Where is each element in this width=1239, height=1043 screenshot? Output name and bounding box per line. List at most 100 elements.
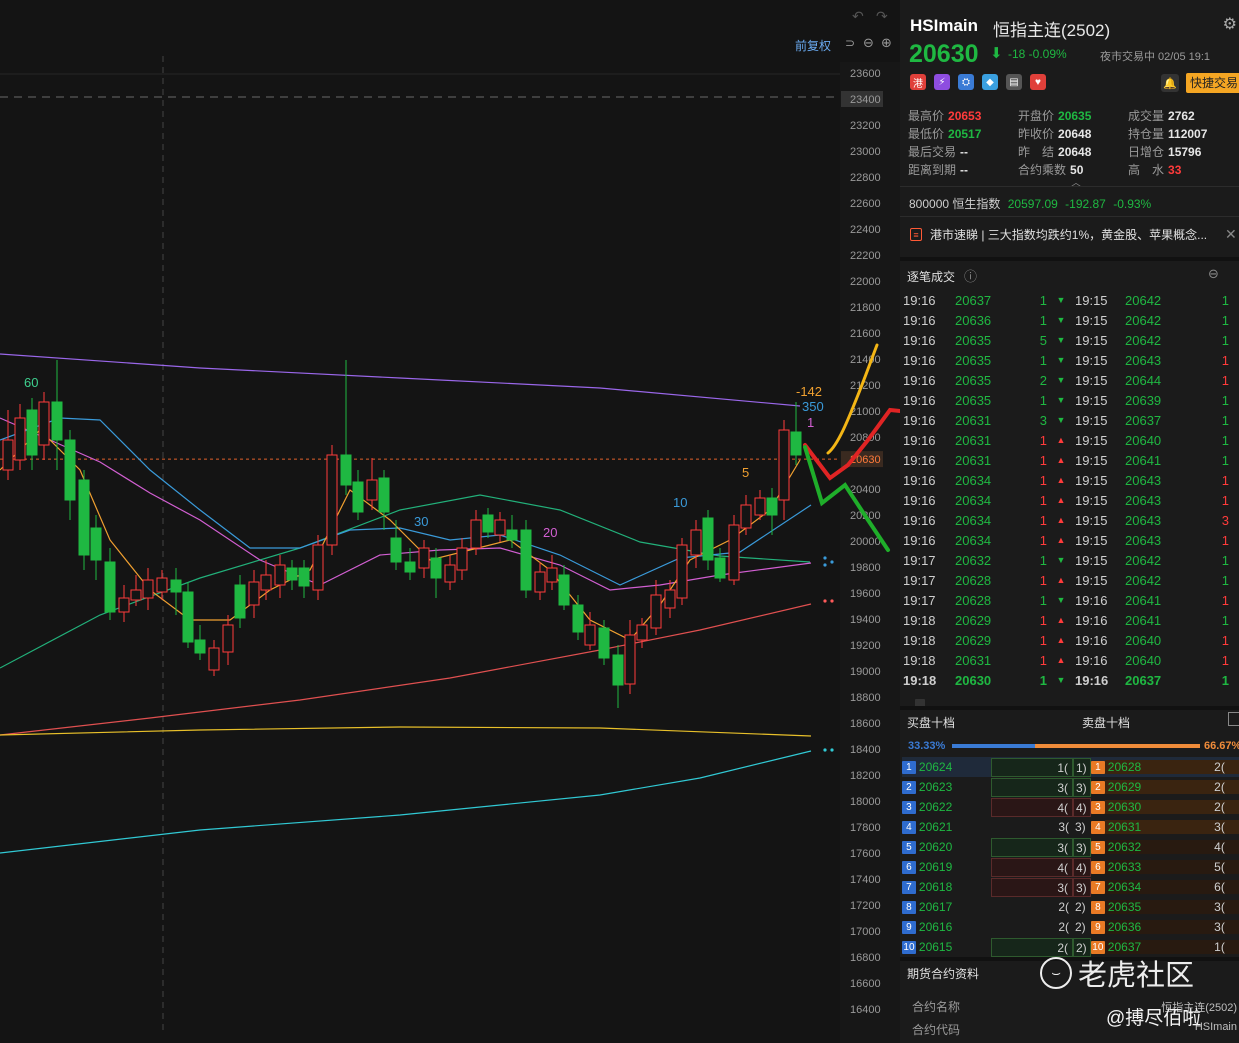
ask-level-index: 1 [1090,760,1105,774]
trade-time: 19:17 [903,592,936,608]
kline-chart[interactable]: 23600 23400 23200 23000 22800 22600 22400 22200… [0,0,900,1043]
trade-price: 20631 [955,412,992,428]
ask-qty: 6( [1214,880,1239,894]
trade-volume-2: 1 [1221,432,1229,448]
trade-price: 20631 [955,452,992,468]
stat-value: -- [960,144,969,159]
bell-icon[interactable]: 🔔 [1161,74,1179,92]
kline-chart-svg[interactable]: 23600 23400 23200 23000 22800 22600 22400 22200… [0,0,900,1043]
trade-time: 19:16 [903,332,936,348]
info-icon[interactable]: ⓘ [964,266,977,285]
trade-direction-icon: ▲ [1056,535,1066,545]
trade-price-2: 20641 [1125,452,1162,468]
trade-volume: 1 [1039,472,1047,488]
trade-volume: 1 [1039,592,1047,608]
trade-price-2: 20640 [1125,652,1162,668]
candle-body [754,497,766,516]
candle-body [470,519,482,549]
candle-body [78,479,90,556]
price-tick-label: 21200 [850,380,881,392]
quick-trade-button[interactable]: 快捷交易 [1186,73,1239,93]
trade-volume-2: 3 [1221,512,1229,528]
candle-body [118,597,130,613]
trade-direction-icon: ▼ [1056,375,1066,385]
trade-price: 20631 [955,432,992,448]
bid-level-index: 5 [902,840,916,854]
adjust-label[interactable]: 前复权 [795,37,831,54]
chart-top-bar [0,0,900,62]
price-tick-label: 19800 [850,562,881,574]
index-quote[interactable]: 800000 恒生指数 20597.09 -192.87 -0.93% [909,195,1151,212]
tag-icon[interactable]: ◆ [982,74,998,90]
stat-label: 昨收价 [1018,126,1055,141]
trade-volume: 1 [1039,312,1047,328]
ask-qty: 4( [1214,840,1239,854]
ask-qty: 2( [1214,780,1239,794]
settings-gear-icon[interactable]: ⚙ [1223,14,1237,34]
candle-body [286,567,298,581]
trade-price-2: 20640 [1125,632,1162,648]
price-tick-label: 21400 [850,354,881,366]
candle-body [352,481,364,513]
trade-row: 19:16 20635 5 ▼ 19:15 20642 1 [903,330,1239,350]
flash-icon[interactable]: ⚡ [934,74,950,90]
zoom-in-icon[interactable]: ⊕ [881,35,892,51]
trade-price: 20631 [955,652,992,668]
zoom-out-icon[interactable]: ⊖ [863,35,874,51]
undo-icon[interactable]: ↶ [852,8,864,25]
trade-direction-icon: ▲ [1056,495,1066,505]
news-ticker[interactable]: ≡ 港市速睇 | 三大指数均跌约1%，黄金股、苹果概念... [910,226,1236,243]
candle-body [222,624,234,653]
price-tick-label: 19000 [850,666,881,678]
book-row: 9 20616 2(2) 9 20636 3( [902,917,1239,937]
favorite-heart-icon[interactable]: ♥ [1030,74,1046,90]
trades-list[interactable]: 19:16 20637 1 ▼ 19:15 20642 1 19:16 20636 1 ▼ 19:15… [903,290,1239,690]
candle-body [636,624,648,641]
ma-line-yellow [0,726,812,737]
bid-level-index: 9 [902,920,916,934]
book-row: 8 20617 2(2) 8 20635 3( [902,897,1239,917]
trade-time-2: 19:16 [1075,592,1108,608]
trade-volume-2: 1 [1221,392,1229,408]
reset-icon[interactable]: ⊃ [845,36,855,50]
price-tick-label: 23400 [850,94,881,106]
trade-volume: 1 [1039,432,1047,448]
ask-price: 20631 [1104,820,1215,834]
bid-qty: 2( [1058,919,1069,934]
candle-body [778,429,790,501]
candle-body [14,417,26,461]
notes-icon[interactable]: ▤ [1006,74,1022,90]
ma-label: 5 [742,465,749,480]
hk-market-icon[interactable]: 港 [910,74,926,90]
contract-name: 恒指主连(2502) [993,21,1111,40]
tier-icon[interactable]: ⛭ [958,74,974,90]
price-tick-label: 23600 [850,68,881,80]
depth-toggle-icon[interactable] [1228,712,1239,726]
close-news-icon[interactable]: ✕ [1225,226,1237,243]
candle-body [208,647,220,671]
news-headline[interactable]: 港市速睇 | 三大指数均跌约1%，黄金股、苹果概念... [930,226,1207,243]
trade-price-2: 20643 [1125,352,1162,368]
trade-time: 19:16 [903,492,936,508]
quote-panel: HSImain 恒指主连(2502) ⚙ 20630 ⬇ -18 -0.09% … [900,0,1239,1043]
trade-volume: 1 [1039,452,1047,468]
more-options-icon[interactable]: ⊖ [1208,266,1219,282]
candle-body [558,574,570,606]
divider [900,186,1239,187]
price-change: -18 -0.09% [1008,47,1067,61]
stat-value: 20635 [1058,108,1092,123]
trade-volume-2: 1 [1221,292,1229,308]
ask-price: 20632 [1104,840,1215,854]
trade-volume: 1 [1039,552,1047,568]
trade-volume-2: 1 [1221,312,1229,328]
trade-row: 19:18 20630 1 ▼ 19:16 20637 1 [903,670,1239,690]
ma-line-teal [0,494,811,669]
bid-qty: 3( [991,877,1073,897]
trade-time-2: 19:15 [1075,352,1108,368]
candle-body [418,547,430,569]
trade-price: 20635 [955,352,992,368]
redo-icon[interactable]: ↷ [876,8,888,25]
trade-time-2: 19:15 [1075,532,1108,548]
book-row: 5 20620 3(3) 5 20632 4( [902,837,1239,857]
bid-price: 20617 [918,900,953,914]
